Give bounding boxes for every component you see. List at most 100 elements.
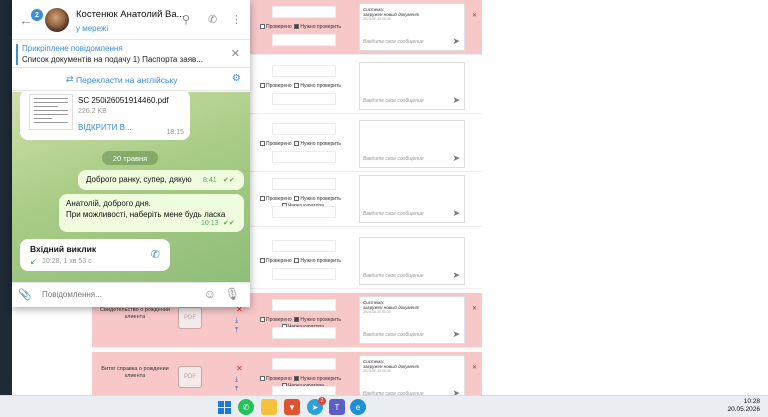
telegram-icon[interactable]: ➤ 2 [307, 397, 326, 415]
text-field[interactable] [272, 327, 336, 339]
text-field[interactable] [272, 240, 336, 252]
text-field[interactable] [272, 151, 336, 163]
taskbar: ✆ ▼ ➤ 2 T e 10:28 20.05.2026 [0, 395, 768, 417]
message-date: 2024-06-30 00:00 [363, 310, 391, 314]
incoming-arrow-icon: ↙ [30, 257, 37, 266]
close-icon[interactable]: ✕ [472, 305, 477, 312]
text-field[interactable] [272, 34, 336, 46]
outgoing-message[interactable]: Анатолій, доброго дня. При можливості, н… [59, 194, 244, 232]
comment-placeholder[interactable]: Введите свое сообщение [363, 332, 424, 338]
download-icon[interactable]: ⤓ [235, 317, 238, 325]
comment-placeholder[interactable]: Введите свое сообщение [363, 211, 424, 217]
left-sidebar-strip [0, 0, 12, 395]
settings-sliders-icon[interactable]: ⚙ [232, 73, 241, 84]
system-clock[interactable]: 10:28 20.05.2026 [727, 398, 760, 414]
checkbox[interactable] [260, 376, 265, 381]
checkbox[interactable] [260, 258, 265, 263]
send-icon[interactable]: ➤ [452, 329, 460, 340]
message-time: 18:15 [166, 129, 184, 136]
upload-icon[interactable]: ⤒ [235, 386, 238, 394]
pdf-file-icon[interactable]: PDF [178, 366, 202, 388]
close-icon[interactable]: ✕ [472, 12, 477, 19]
date-separator: 20 травня [102, 151, 158, 165]
incoming-call-message[interactable]: Вхідний виклик ↙ 10:28, 1 хв 53 с ✆ [20, 239, 170, 271]
text-field[interactable] [272, 123, 336, 135]
comment-box[interactable]: Введите свое сообщение ➤ [359, 62, 465, 110]
file-message[interactable]: SC 250i26051914460.pdf 226.2 KB ВІДКРИТИ… [20, 92, 190, 140]
close-icon[interactable]: ✕ [472, 364, 477, 371]
checkbox[interactable] [294, 83, 300, 88]
comment-box[interactable]: Введите свое сообщение ➤ [359, 175, 465, 223]
comment-placeholder[interactable]: Введите свое сообщение [363, 98, 424, 104]
message-date: 2024-06-30 00:00 [363, 369, 391, 373]
send-icon[interactable]: ➤ [452, 270, 460, 281]
text-field[interactable] [272, 65, 336, 77]
chat-header: ← 2 Костенюк Анатолий Ва... у мережі ⚲ ✆… [12, 0, 250, 40]
checkbox[interactable] [294, 141, 300, 146]
send-icon[interactable]: ➤ [452, 153, 460, 164]
comment-placeholder[interactable]: Введите свое сообщение [363, 156, 424, 162]
comment-box[interactable]: Система: загружен новый документ 2024-06-3… [359, 3, 465, 51]
close-icon[interactable]: ✕ [231, 47, 240, 60]
read-checkmarks-icon: ✔✔ [223, 177, 235, 184]
checkbox[interactable] [294, 24, 300, 29]
send-icon[interactable]: ➤ [452, 95, 460, 106]
microphone-icon[interactable]: 🎙 [225, 287, 240, 301]
phone-icon[interactable]: ✆ [208, 13, 217, 26]
comment-box[interactable]: Введите свое сообщение ➤ [359, 237, 465, 285]
text-field[interactable] [272, 178, 336, 190]
text-field[interactable] [272, 206, 336, 218]
translate-bar[interactable]: ⇄ Перекласти на англійську ⚙ [12, 69, 250, 91]
pinned-text: Список документів на подачу 1) Паспорта … [22, 55, 203, 64]
checkbox[interactable] [260, 317, 265, 322]
comment-box[interactable]: Введите свое сообщение ➤ [359, 120, 465, 168]
search-icon[interactable]: ⚲ [182, 13, 190, 26]
text-field[interactable] [272, 358, 336, 370]
check-options: Проверено Нужно проверить [260, 24, 370, 30]
call-title: Вхідний виклик [30, 244, 97, 254]
paperclip-icon[interactable]: 📎 [18, 288, 32, 301]
whatsapp-icon[interactable]: ✆ [238, 399, 254, 415]
windows-start-icon[interactable] [216, 399, 232, 415]
avatar[interactable] [45, 8, 69, 32]
text-field[interactable] [272, 268, 336, 280]
download-icon[interactable]: ⤓ [235, 376, 238, 384]
checkbox[interactable] [294, 196, 300, 201]
text-field[interactable] [272, 299, 336, 311]
document-thumbnail-icon[interactable] [29, 94, 73, 130]
checkbox[interactable] [294, 317, 300, 322]
checkbox[interactable] [294, 376, 300, 381]
comment-placeholder[interactable]: Введите свое сообщение [363, 273, 424, 279]
outgoing-message[interactable]: Доброго ранку, супер, дякую 8:41 ✔✔ [78, 170, 244, 190]
checkbox[interactable] [260, 24, 265, 29]
text-field[interactable] [272, 93, 336, 105]
phone-icon[interactable]: ✆ [151, 248, 160, 261]
message-composer: 📎 ☺ 🎙 [12, 282, 250, 307]
comment-placeholder[interactable]: Введите свое сообщение [363, 39, 424, 45]
brave-browser-icon[interactable]: ▼ [284, 399, 300, 415]
contact-name[interactable]: Костенюк Анатолий Ва... [76, 9, 186, 20]
emoji-icon[interactable]: ☺ [204, 287, 216, 301]
more-options-icon[interactable]: ⋮ [231, 13, 242, 26]
clock-date: 20.05.2026 [727, 406, 760, 414]
translate-label[interactable]: Перекласти на англійську [76, 75, 178, 85]
open-file-link[interactable]: ВІДКРИТИ В... [78, 123, 132, 132]
checkbox-label: Нужно проверить [300, 376, 341, 382]
upload-icon[interactable]: ⤒ [235, 327, 238, 335]
pinned-message[interactable]: Прикріплене повідомлення Список документ… [12, 41, 250, 68]
edge-browser-icon[interactable]: e [350, 399, 366, 415]
checkbox[interactable] [294, 258, 300, 263]
send-icon[interactable]: ➤ [452, 208, 460, 219]
delete-icon[interactable]: ✕ [236, 364, 243, 373]
teams-icon[interactable]: T [329, 399, 345, 415]
file-explorer-icon[interactable] [261, 399, 277, 415]
comment-box[interactable]: Система: загружен новый документ 2024-06-3… [359, 296, 465, 344]
checkbox[interactable] [260, 196, 265, 201]
send-icon[interactable]: ➤ [452, 36, 460, 47]
pdf-file-icon[interactable]: PDF [178, 307, 202, 329]
message-input[interactable] [42, 290, 192, 299]
checkbox[interactable] [260, 83, 265, 88]
text-field[interactable] [272, 6, 336, 18]
chat-messages-area[interactable]: SC 250i26051914460.pdf 226.2 KB ВІДКРИТИ… [12, 92, 250, 282]
checkbox[interactable] [260, 141, 265, 146]
